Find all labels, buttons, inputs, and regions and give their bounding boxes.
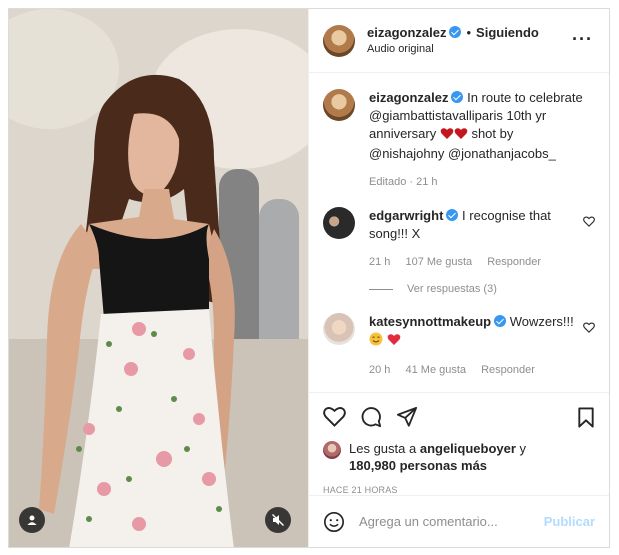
liker-avatar xyxy=(323,441,341,459)
verified-badge-icon xyxy=(451,91,464,103)
save-bookmark-icon[interactable] xyxy=(577,407,595,431)
user-tag-icon[interactable] xyxy=(19,507,45,533)
view-replies-label: Ver respuestas (3) xyxy=(407,283,497,295)
comments-section: eizagonzalez In route to celebrate @giam… xyxy=(309,73,609,392)
reply-button[interactable]: Responder xyxy=(481,364,535,376)
commenter-avatar[interactable] xyxy=(323,313,355,345)
likes-conj: y xyxy=(519,441,527,456)
like-comment-heart-icon[interactable] xyxy=(583,215,595,230)
caption-text: anniversary xyxy=(369,126,437,141)
heart-emoji-icon xyxy=(387,333,401,351)
likes-count[interactable]: 180,980 personas más xyxy=(349,458,487,473)
commenter-username[interactable]: edgarwright xyxy=(369,208,443,223)
post-timestamp[interactable]: HACE 21 HORAS xyxy=(309,474,609,495)
caption-edited: Editado · 21 h xyxy=(369,176,438,188)
caption-mention-line[interactable]: @nishajohny @jonathanjacobs_ xyxy=(369,145,589,163)
verified-badge-icon xyxy=(449,25,462,38)
author-username[interactable]: eizagonzalez xyxy=(367,25,446,40)
comment-likes[interactable]: 107 Me gusta xyxy=(405,256,472,268)
heart-emoji-icon xyxy=(440,127,454,145)
verified-badge-icon xyxy=(446,209,459,221)
likes-summary[interactable]: Les gusta a angeliqueboyer y 180,980 per… xyxy=(309,440,609,474)
post-actions xyxy=(309,392,609,440)
comment-meta: 21 h 107 Me gusta Responder xyxy=(369,253,589,271)
comment-text: Wowzers!!! xyxy=(509,314,574,329)
comment-text: I recognise that xyxy=(462,208,551,223)
comment-item: katesynnottmakeup Wowzers!!! 20 h 41 Me … xyxy=(323,313,595,379)
caption: eizagonzalez In route to celebrate @giam… xyxy=(323,89,595,191)
like-heart-icon[interactable] xyxy=(323,406,346,427)
caption-username[interactable]: eizagonzalez xyxy=(369,90,448,105)
verified-badge-icon xyxy=(494,315,507,327)
share-send-icon[interactable] xyxy=(396,406,418,428)
commenter-username[interactable]: katesynnottmakeup xyxy=(369,314,491,329)
comment-meta: 20 h 41 Me gusta Responder xyxy=(369,361,589,379)
author-avatar[interactable] xyxy=(323,24,355,57)
comment-time[interactable]: 21 h xyxy=(369,256,390,268)
smiling-face-emoji-icon xyxy=(369,332,383,351)
view-replies-button[interactable]: Ver respuestas (3) xyxy=(369,283,595,295)
publish-button[interactable]: Publicar xyxy=(544,514,595,529)
comment-item: edgarwright I recognise that song!!! X 2… xyxy=(323,207,595,271)
caption-avatar[interactable] xyxy=(323,89,355,121)
audio-link[interactable]: Audio original xyxy=(367,41,539,57)
comment-time[interactable]: 20 h xyxy=(369,364,390,376)
comment-likes[interactable]: 41 Me gusta xyxy=(405,364,466,376)
post-header: eizagonzalez • Siguiendo Audio original ··… xyxy=(309,9,609,73)
replies-divider xyxy=(369,288,393,290)
comment-text: song!!! X xyxy=(369,226,421,241)
caption-text: In route to celebrate xyxy=(467,90,583,105)
commenter-avatar[interactable] xyxy=(323,207,355,239)
muted-audio-icon[interactable] xyxy=(265,507,291,533)
comment-input[interactable] xyxy=(359,514,544,529)
instagram-post: eizagonzalez • Siguiendo Audio original ··… xyxy=(8,8,610,548)
likes-prefix: Les gusta a xyxy=(349,441,417,456)
like-comment-heart-icon[interactable] xyxy=(583,321,595,336)
post-video[interactable] xyxy=(9,9,308,547)
author-info: eizagonzalez • Siguiendo Audio original xyxy=(367,25,539,57)
post-photo xyxy=(9,9,308,547)
separator-dot: • xyxy=(466,24,472,40)
caption-text: shot by xyxy=(471,126,514,141)
heart-emoji-icon xyxy=(454,127,468,145)
liker-username[interactable]: angeliqueboyer xyxy=(420,441,516,456)
post-sidebar: eizagonzalez • Siguiendo Audio original ··… xyxy=(308,9,609,547)
following-button[interactable]: Siguiendo xyxy=(476,25,539,40)
more-options-icon[interactable]: ··· xyxy=(572,30,593,48)
comment-bubble-icon[interactable] xyxy=(360,406,382,428)
add-comment-bar: Publicar xyxy=(309,495,609,547)
caption-mention-line[interactable]: @giambattistavalliparis 10th yr xyxy=(369,107,589,125)
reply-button[interactable]: Responder xyxy=(487,256,541,268)
emoji-picker-icon[interactable] xyxy=(323,511,345,533)
